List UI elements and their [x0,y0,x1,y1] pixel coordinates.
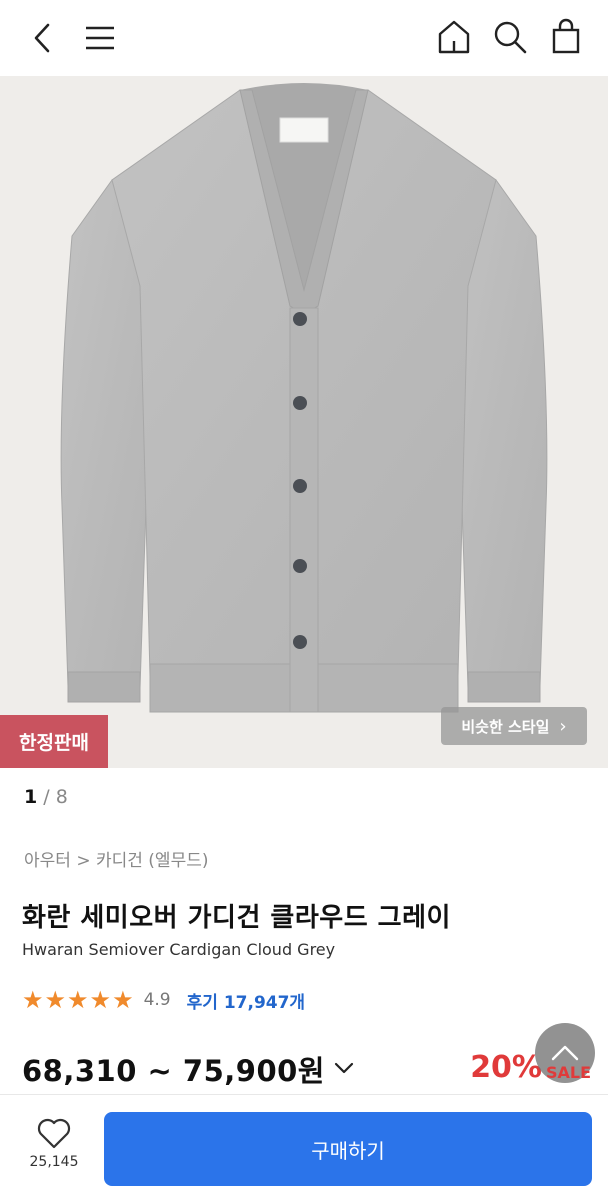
search-icon[interactable] [490,17,530,57]
buy-button[interactable]: 구매하기 [104,1112,592,1186]
home-icon[interactable] [434,17,474,57]
chevron-right-icon: › [559,715,567,737]
cardigan-illustration [60,83,548,713]
wishlist-button[interactable]: 25,145 [22,1118,86,1182]
image-pager: 1 / 8 [24,786,68,808]
rating-row: ★ ★ ★ ★ ★ 4.9 후기 17,947개 [22,985,305,1015]
star-icon: ★ [112,986,134,1014]
product-title: 화란 세미오버 가디건 클라우드 그레이 [22,903,451,933]
similar-style-button[interactable]: 비슷한 스타일 › [441,707,587,745]
product-image[interactable]: 비슷한 스타일 › [0,76,608,768]
rating-stars: ★ ★ ★ ★ ★ [22,988,134,1012]
pager-current: 1 [24,786,38,808]
shopping-bag-icon[interactable] [546,16,586,56]
heart-icon [37,1118,71,1149]
sale-label: SALE [546,1063,592,1082]
top-bar [0,0,608,76]
star-icon: ★ [44,986,67,1014]
discount-rate: 20% [470,1050,542,1085]
review-count-link[interactable]: 후기 17,947개 [187,988,305,1013]
star-icon: ★ [89,986,112,1014]
breadcrumb[interactable]: 아우터 > 카디건 (엘무드) [24,846,208,871]
star-icon: ★ [22,986,44,1014]
wish-count: 25,145 [29,1154,79,1170]
similar-style-label: 비슷한 스타일 [461,717,550,736]
chevron-down-icon[interactable] [333,1060,355,1079]
back-icon[interactable] [22,18,62,58]
price-row[interactable]: 68,310 ~ 75,900원 [22,1048,355,1090]
chevron-up-icon [551,1045,579,1061]
star-icon: ★ [67,986,89,1014]
menu-icon[interactable] [80,18,120,58]
pager-separator: / [37,786,56,808]
price-range: 68,310 ~ 75,900원 [22,1054,325,1088]
product-subtitle: Hwaran Semiover Cardigan Cloud Grey [22,940,336,959]
pager-total: 8 [55,786,68,808]
rating-value: 4.9 [143,990,171,1010]
limited-sale-badge: 한정판매 [0,715,108,768]
